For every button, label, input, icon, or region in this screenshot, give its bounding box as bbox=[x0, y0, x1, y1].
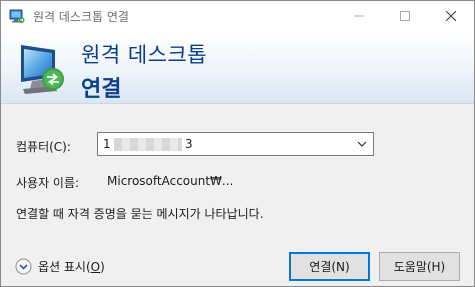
username-label: 사용자 이름: bbox=[16, 176, 80, 190]
minimize-button[interactable] bbox=[336, 1, 382, 31]
app-icon bbox=[9, 9, 25, 23]
maximize-icon bbox=[400, 11, 410, 21]
computer-label: 컴퓨터(C): bbox=[16, 140, 71, 154]
banner-title: 원격 데스크톱 bbox=[81, 43, 208, 67]
show-options-label: 옵션 표시(O) bbox=[38, 258, 105, 275]
help-button[interactable]: 도움말(H) bbox=[379, 252, 460, 281]
remote-desktop-monitor-icon bbox=[21, 45, 64, 94]
computer-value: 1 bbox=[103, 137, 111, 151]
title-bar[interactable]: 원격 데스크톱 연결 bbox=[1, 1, 474, 31]
computer-value-suffix: 3 bbox=[185, 137, 193, 151]
show-options-hotkey: O bbox=[90, 260, 101, 274]
close-button[interactable] bbox=[428, 1, 474, 31]
computer-combobox[interactable]: 1 3 bbox=[97, 132, 374, 156]
chevron-down-icon[interactable] bbox=[357, 139, 367, 149]
show-options-close: ) bbox=[100, 260, 105, 274]
show-options-toggle[interactable]: 옵션 표시(O) bbox=[15, 258, 105, 275]
rdp-window: 원격 데스크톱 연결 원격 데스크톱 연결 컴퓨터(C): 1 3 사용자 이름… bbox=[0, 0, 475, 287]
banner: 원격 데스크톱 연결 bbox=[1, 31, 474, 104]
expand-chevron-icon bbox=[15, 258, 32, 275]
maximize-button[interactable] bbox=[382, 1, 428, 31]
credential-prompt-message: 연결할 때 자격 증명을 묻는 메시지가 나타납니다. bbox=[16, 207, 264, 221]
username-value: MicrosoftAccount₩... bbox=[107, 174, 234, 188]
banner-subtitle: 연결 bbox=[81, 77, 122, 102]
window-title: 원격 데스크톱 연결 bbox=[33, 10, 129, 24]
connect-button[interactable]: 연결(N) bbox=[289, 252, 370, 281]
show-options-text: 옵션 표시( bbox=[38, 260, 91, 274]
close-icon bbox=[446, 11, 456, 21]
computer-value-prefix: 1 bbox=[103, 137, 111, 151]
minimize-icon bbox=[354, 15, 364, 17]
redacted-text bbox=[114, 138, 182, 151]
